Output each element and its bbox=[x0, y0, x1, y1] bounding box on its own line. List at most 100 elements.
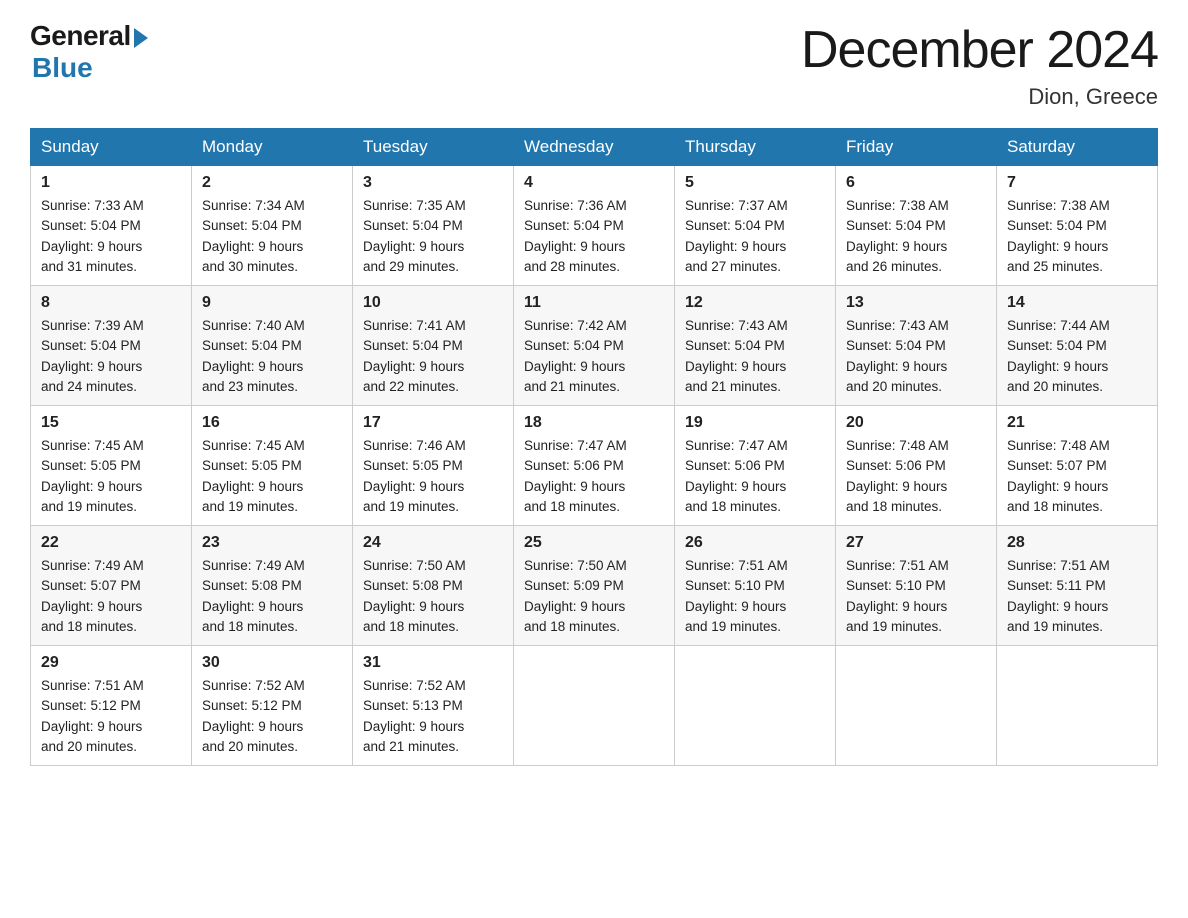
day-number: 25 bbox=[524, 534, 664, 552]
calendar-cell: 22 Sunrise: 7:49 AMSunset: 5:07 PMDayligh… bbox=[31, 526, 192, 646]
day-info: Sunrise: 7:51 AMSunset: 5:10 PMDaylight:… bbox=[846, 556, 986, 637]
calendar-week-1: 1 Sunrise: 7:33 AMSunset: 5:04 PMDaylight… bbox=[31, 166, 1158, 286]
day-number: 8 bbox=[41, 294, 181, 312]
location: Dion, Greece bbox=[801, 84, 1158, 110]
header-monday: Monday bbox=[192, 129, 353, 166]
calendar-cell: 7 Sunrise: 7:38 AMSunset: 5:04 PMDaylight… bbox=[997, 166, 1158, 286]
calendar-cell: 17 Sunrise: 7:46 AMSunset: 5:05 PMDayligh… bbox=[353, 406, 514, 526]
day-info: Sunrise: 7:46 AMSunset: 5:05 PMDaylight:… bbox=[363, 436, 503, 517]
calendar-week-2: 8 Sunrise: 7:39 AMSunset: 5:04 PMDaylight… bbox=[31, 286, 1158, 406]
logo: General Blue bbox=[30, 20, 148, 84]
day-number: 20 bbox=[846, 414, 986, 432]
day-number: 29 bbox=[41, 654, 181, 672]
calendar-cell: 25 Sunrise: 7:50 AMSunset: 5:09 PMDayligh… bbox=[514, 526, 675, 646]
calendar-cell: 21Sunrise: 7:48 AMSunset: 5:07 PMDayligh… bbox=[997, 406, 1158, 526]
header-wednesday: Wednesday bbox=[514, 129, 675, 166]
calendar-cell bbox=[997, 646, 1158, 766]
calendar-week-4: 22 Sunrise: 7:49 AMSunset: 5:07 PMDayligh… bbox=[31, 526, 1158, 646]
day-info: Sunrise: 7:41 AMSunset: 5:04 PMDaylight:… bbox=[363, 316, 503, 397]
day-number: 7 bbox=[1007, 174, 1147, 192]
day-number: 3 bbox=[363, 174, 503, 192]
calendar-cell: 27 Sunrise: 7:51 AMSunset: 5:10 PMDayligh… bbox=[836, 526, 997, 646]
day-info: Sunrise: 7:49 AMSunset: 5:07 PMDaylight:… bbox=[41, 556, 181, 637]
day-number: 24 bbox=[363, 534, 503, 552]
calendar-cell: 28 Sunrise: 7:51 AMSunset: 5:11 PMDayligh… bbox=[997, 526, 1158, 646]
calendar-cell: 6Sunrise: 7:38 AMSunset: 5:04 PMDaylight… bbox=[836, 166, 997, 286]
calendar-cell: 12 Sunrise: 7:43 AMSunset: 5:04 PMDayligh… bbox=[675, 286, 836, 406]
day-info: Sunrise: 7:50 AMSunset: 5:09 PMDaylight:… bbox=[524, 556, 664, 637]
day-info: Sunrise: 7:39 AMSunset: 5:04 PMDaylight:… bbox=[41, 316, 181, 397]
calendar-cell bbox=[836, 646, 997, 766]
day-info: Sunrise: 7:47 AMSunset: 5:06 PMDaylight:… bbox=[685, 436, 825, 517]
calendar-cell: 24Sunrise: 7:50 AMSunset: 5:08 PMDayligh… bbox=[353, 526, 514, 646]
calendar-cell: 1 Sunrise: 7:33 AMSunset: 5:04 PMDaylight… bbox=[31, 166, 192, 286]
day-number: 30 bbox=[202, 654, 342, 672]
day-info: Sunrise: 7:34 AMSunset: 5:04 PMDaylight:… bbox=[202, 196, 342, 277]
calendar-cell: 9 Sunrise: 7:40 AMSunset: 5:04 PMDaylight… bbox=[192, 286, 353, 406]
day-info: Sunrise: 7:51 AMSunset: 5:10 PMDaylight:… bbox=[685, 556, 825, 637]
calendar-cell: 20 Sunrise: 7:48 AMSunset: 5:06 PMDayligh… bbox=[836, 406, 997, 526]
day-number: 23 bbox=[202, 534, 342, 552]
header-tuesday: Tuesday bbox=[353, 129, 514, 166]
calendar-body: 1 Sunrise: 7:33 AMSunset: 5:04 PMDaylight… bbox=[31, 166, 1158, 766]
calendar-cell bbox=[675, 646, 836, 766]
day-number: 26 bbox=[685, 534, 825, 552]
day-info: Sunrise: 7:47 AMSunset: 5:06 PMDaylight:… bbox=[524, 436, 664, 517]
day-info: Sunrise: 7:45 AMSunset: 5:05 PMDaylight:… bbox=[41, 436, 181, 517]
calendar-cell bbox=[514, 646, 675, 766]
calendar-table: SundayMondayTuesdayWednesdayThursdayFrid… bbox=[30, 128, 1158, 766]
day-info: Sunrise: 7:35 AMSunset: 5:04 PMDaylight:… bbox=[363, 196, 503, 277]
calendar-cell: 10Sunrise: 7:41 AMSunset: 5:04 PMDayligh… bbox=[353, 286, 514, 406]
calendar-week-5: 29 Sunrise: 7:51 AMSunset: 5:12 PMDayligh… bbox=[31, 646, 1158, 766]
calendar-cell: 14 Sunrise: 7:44 AMSunset: 5:04 PMDayligh… bbox=[997, 286, 1158, 406]
header-friday: Friday bbox=[836, 129, 997, 166]
day-info: Sunrise: 7:43 AMSunset: 5:04 PMDaylight:… bbox=[846, 316, 986, 397]
day-number: 14 bbox=[1007, 294, 1147, 312]
day-info: Sunrise: 7:52 AMSunset: 5:13 PMDaylight:… bbox=[363, 676, 503, 757]
day-info: Sunrise: 7:42 AMSunset: 5:04 PMDaylight:… bbox=[524, 316, 664, 397]
day-number: 31 bbox=[363, 654, 503, 672]
day-info: Sunrise: 7:36 AMSunset: 5:04 PMDaylight:… bbox=[524, 196, 664, 277]
page-header: General Blue December 2024 Dion, Greece bbox=[30, 20, 1158, 110]
calendar-cell: 15 Sunrise: 7:45 AMSunset: 5:05 PMDayligh… bbox=[31, 406, 192, 526]
day-info: Sunrise: 7:38 AMSunset: 5:04 PMDaylight:… bbox=[1007, 196, 1147, 277]
day-info: Sunrise: 7:48 AMSunset: 5:06 PMDaylight:… bbox=[846, 436, 986, 517]
day-number: 2 bbox=[202, 174, 342, 192]
calendar-cell: 18 Sunrise: 7:47 AMSunset: 5:06 PMDayligh… bbox=[514, 406, 675, 526]
day-number: 17 bbox=[363, 414, 503, 432]
calendar-cell: 2 Sunrise: 7:34 AMSunset: 5:04 PMDaylight… bbox=[192, 166, 353, 286]
day-number: 11 bbox=[524, 294, 664, 312]
day-info: Sunrise: 7:33 AMSunset: 5:04 PMDaylight:… bbox=[41, 196, 181, 277]
calendar-header-row: SundayMondayTuesdayWednesdayThursdayFrid… bbox=[31, 129, 1158, 166]
day-number: 19 bbox=[685, 414, 825, 432]
logo-general-text: General bbox=[30, 20, 131, 52]
day-info: Sunrise: 7:52 AMSunset: 5:12 PMDaylight:… bbox=[202, 676, 342, 757]
day-number: 28 bbox=[1007, 534, 1147, 552]
day-info: Sunrise: 7:45 AMSunset: 5:05 PMDaylight:… bbox=[202, 436, 342, 517]
day-info: Sunrise: 7:44 AMSunset: 5:04 PMDaylight:… bbox=[1007, 316, 1147, 397]
calendar-cell: 4Sunrise: 7:36 AMSunset: 5:04 PMDaylight… bbox=[514, 166, 675, 286]
calendar-cell: 30 Sunrise: 7:52 AMSunset: 5:12 PMDayligh… bbox=[192, 646, 353, 766]
title-area: December 2024 Dion, Greece bbox=[801, 20, 1158, 110]
calendar-cell: 19 Sunrise: 7:47 AMSunset: 5:06 PMDayligh… bbox=[675, 406, 836, 526]
day-number: 18 bbox=[524, 414, 664, 432]
calendar-cell: 31 Sunrise: 7:52 AMSunset: 5:13 PMDayligh… bbox=[353, 646, 514, 766]
day-info: Sunrise: 7:40 AMSunset: 5:04 PMDaylight:… bbox=[202, 316, 342, 397]
day-number: 15 bbox=[41, 414, 181, 432]
day-number: 27 bbox=[846, 534, 986, 552]
calendar-cell: 26 Sunrise: 7:51 AMSunset: 5:10 PMDayligh… bbox=[675, 526, 836, 646]
month-title: December 2024 bbox=[801, 20, 1158, 80]
day-number: 12 bbox=[685, 294, 825, 312]
calendar-cell: 13 Sunrise: 7:43 AMSunset: 5:04 PMDayligh… bbox=[836, 286, 997, 406]
day-number: 1 bbox=[41, 174, 181, 192]
day-info: Sunrise: 7:37 AMSunset: 5:04 PMDaylight:… bbox=[685, 196, 825, 277]
day-info: Sunrise: 7:51 AMSunset: 5:11 PMDaylight:… bbox=[1007, 556, 1147, 637]
day-info: Sunrise: 7:51 AMSunset: 5:12 PMDaylight:… bbox=[41, 676, 181, 757]
day-number: 13 bbox=[846, 294, 986, 312]
calendar-week-3: 15 Sunrise: 7:45 AMSunset: 5:05 PMDayligh… bbox=[31, 406, 1158, 526]
day-number: 21 bbox=[1007, 414, 1147, 432]
day-info: Sunrise: 7:43 AMSunset: 5:04 PMDaylight:… bbox=[685, 316, 825, 397]
calendar-cell: 29 Sunrise: 7:51 AMSunset: 5:12 PMDayligh… bbox=[31, 646, 192, 766]
day-number: 22 bbox=[41, 534, 181, 552]
day-number: 9 bbox=[202, 294, 342, 312]
